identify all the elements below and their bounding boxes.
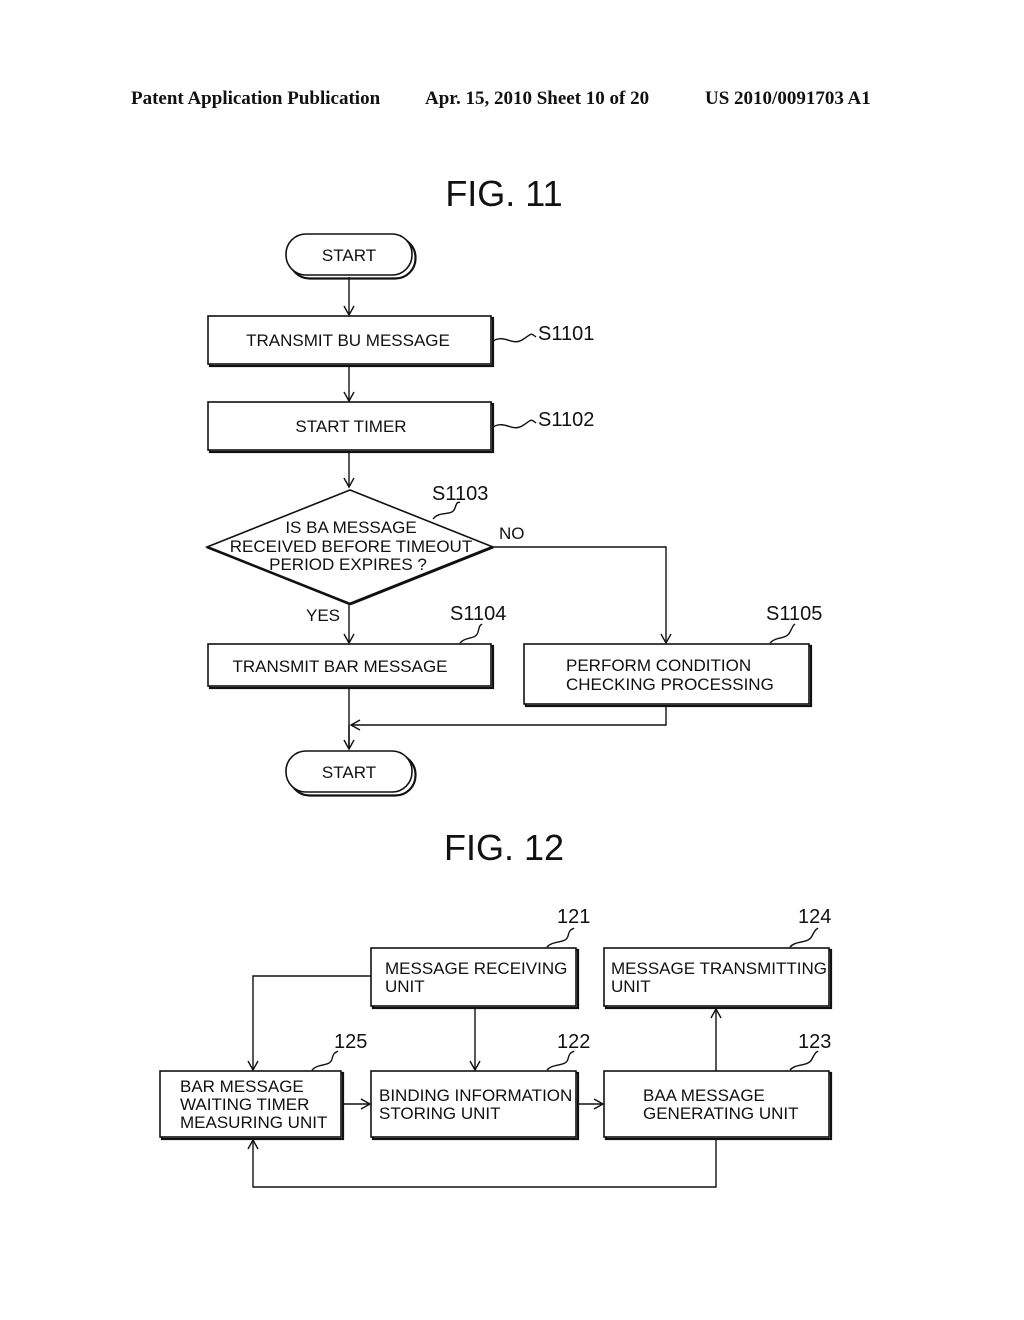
leader-s1102 [492,419,537,429]
step-s1102: START TIMER S1102 [207,401,594,454]
step-s1105-ref: S1105 [766,603,822,625]
unit-125-ref: 125 [334,1031,367,1053]
decision-line-3: PERIOD EXPIRES ? [269,555,427,574]
unit-122-ref: 122 [557,1031,590,1053]
arrow-no-to-s1105 [493,546,672,645]
unit-124-message-transmitting: MESSAGE TRANSMITTING UNIT 124 [603,906,833,1010]
step-s1105-line-1: PERFORM CONDITION [566,656,751,675]
step-s1102-ref: S1102 [538,409,594,431]
unit-125-line-3: MEASURING UNIT [180,1113,327,1132]
unit-123-line-2: GENERATING UNIT [643,1104,799,1123]
step-s1104: TRANSMIT BAR MESSAGE S1104 [207,603,506,690]
leader-123 [789,1050,819,1071]
fig12-title: FIG. 12 [444,827,564,868]
fig11-title: FIG. 11 [445,173,562,214]
leader-s1104 [459,623,483,644]
unit-124-ref: 124 [798,906,831,928]
unit-122-binding-information: BINDING INFORMATION STORING UNIT 122 [370,1031,590,1141]
arrow-s1105-merge [349,706,667,731]
unit-122-line-2: STORING UNIT [379,1104,501,1123]
decision-no-label: NO [499,524,525,543]
step-s1105: PERFORM CONDITION CHECKING PROCESSING S1… [523,603,822,708]
leader-125 [311,1050,339,1071]
end-label: START [322,763,376,782]
unit-124-line-1: MESSAGE TRANSMITTING [611,959,827,978]
leader-122 [546,1050,575,1071]
leader-s1101 [492,333,537,343]
arrow-123-to-125 [247,1138,717,1188]
unit-123-ref: 123 [798,1031,831,1053]
decision-yes-label: YES [306,606,340,625]
figures-canvas: FIG. 11 START TRANSMIT BU MESSAGE S1101 … [159,173,833,1188]
unit-123-line-1: BAA MESSAGE [643,1086,765,1105]
leader-124 [789,927,819,948]
leader-s1105 [769,623,796,644]
leader-121 [546,927,575,948]
fig11-start-terminator: START [285,233,417,280]
step-s1104-ref: S1104 [450,603,506,625]
step-s1105-line-2: CHECKING PROCESSING [566,675,774,694]
unit-125-bar-timer: BAR MESSAGE WAITING TIMER MEASURING UNIT… [159,1031,367,1141]
unit-121-message-receiving: MESSAGE RECEIVING UNIT 121 [370,906,590,1010]
unit-121-line-2: UNIT [385,977,425,996]
unit-123-baa-generating: BAA MESSAGE GENERATING UNIT 123 [603,1031,833,1141]
unit-125-line-2: WAITING TIMER [180,1095,309,1114]
step-s1102-label: START TIMER [295,417,406,436]
unit-121-ref: 121 [557,906,590,928]
unit-121-line-1: MESSAGE RECEIVING [385,959,567,978]
step-s1101-ref: S1101 [538,323,594,345]
step-s1101-label: TRANSMIT BU MESSAGE [246,331,450,350]
decision-line-1: IS BA MESSAGE [285,518,416,537]
fig11-end-terminator: START [285,750,417,797]
step-s1104-label: TRANSMIT BAR MESSAGE [232,657,447,676]
unit-124-line-2: UNIT [611,977,651,996]
decision-ref: S1103 [432,483,488,505]
unit-125-line-1: BAR MESSAGE [180,1077,304,1096]
step-s1101: TRANSMIT BU MESSAGE S1101 [207,315,594,368]
decision-line-2: RECEIVED BEFORE TIMEOUT [230,537,472,556]
arrow-121-to-125 [247,975,371,1072]
start-label: START [322,246,376,265]
unit-122-line-1: BINDING INFORMATION [379,1086,572,1105]
